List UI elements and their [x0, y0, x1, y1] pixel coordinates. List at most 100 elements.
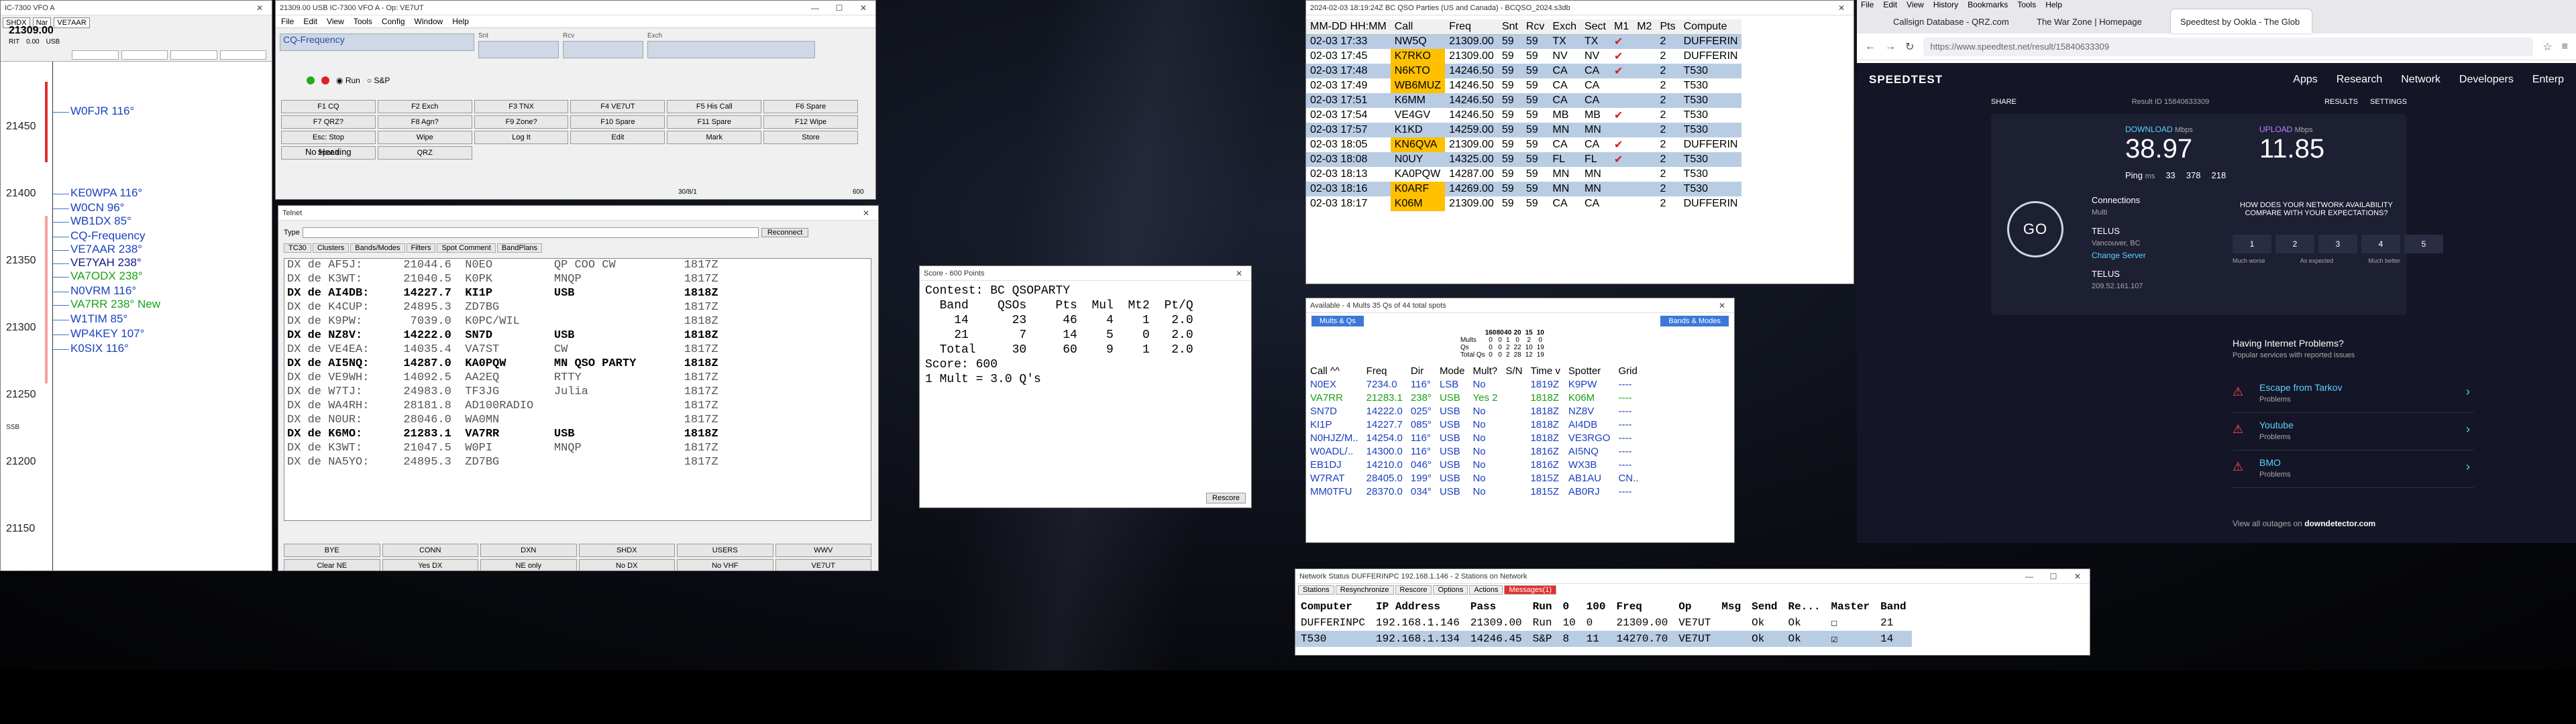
menu-item[interactable]: Window [415, 17, 443, 26]
function-key-button[interactable]: F2 Exch [377, 100, 472, 113]
column-header[interactable]: Op [1673, 599, 1716, 615]
nav-link[interactable]: Research [2337, 74, 2382, 85]
menu-item[interactable]: File [1861, 0, 1874, 12]
call-button[interactable]: VE7AAR [54, 17, 90, 28]
nav-link[interactable]: Apps [2293, 74, 2317, 85]
rating-button[interactable]: 4 [2361, 235, 2400, 253]
spot-row[interactable]: DX de NA5YO: 24895.3 ZD7BG 1817Z [284, 456, 871, 470]
table-row[interactable]: 02-03 17:57 K1KD 14259.00 59 59 MN MN 2 T530 [1306, 123, 1742, 137]
column-header[interactable]: Msg [1716, 599, 1746, 615]
spot-entry[interactable]: VA7ODX 238° [70, 269, 143, 283]
spot-list[interactable]: DX de AF5J: 21044.6 N0EO QP COO CW 1817Z… [284, 258, 871, 521]
close-icon[interactable]: ✕ [851, 3, 875, 13]
settings-link[interactable]: SETTINGS [2370, 98, 2407, 106]
forward-icon[interactable]: → [1885, 41, 1896, 53]
bands-modes-button[interactable]: Bands & Modes [1660, 316, 1729, 326]
spot-row[interactable]: DX de K3WT: 21047.5 W0PI MNQP 1817Z [284, 442, 871, 456]
spot-row[interactable]: DX de N0UR: 28046.0 WA0MN 1817Z [284, 414, 871, 428]
sp-radio[interactable]: ○ S&P [367, 76, 390, 85]
spot-row[interactable]: DX de W7TJ: 24983.0 TF3JG Julia 1817Z [284, 385, 871, 400]
function-key-button[interactable]: F3 TNX [474, 100, 569, 113]
rating-button[interactable]: 2 [2275, 235, 2314, 253]
rcv-field[interactable] [563, 41, 643, 58]
rating-button[interactable]: 5 [2404, 235, 2443, 253]
telnet-tab[interactable]: TC30 [284, 243, 311, 253]
close-icon[interactable]: ✕ [248, 3, 272, 13]
issue-row[interactable]: ⚠ Youtube Problems › [2233, 416, 2474, 450]
spot-row[interactable]: DX de K3WT: 21040.5 K0PK MNQP 1817Z [284, 273, 871, 287]
spot-entry[interactable]: KE0WPA 116° [70, 186, 142, 200]
telnet-command-button[interactable]: SHDX [578, 544, 675, 557]
function-key-button[interactable]: F5 His Call [667, 100, 762, 113]
telnet-command-button[interactable]: No VHF [677, 559, 773, 570]
table-row[interactable]: 02-03 18:13 KA0PQW 14287.00 59 59 MN MN 2 T530 [1306, 167, 1741, 182]
rating-button[interactable]: 3 [2318, 235, 2357, 253]
table-row[interactable]: W0ADL/.. 14300.0 116° USB No 1816Z AI5NQ ---- [1306, 444, 1642, 458]
change-server-link[interactable]: Change Server [2092, 249, 2146, 261]
issue-row[interactable]: ⚠ Escape from Tarkov Problems › [2233, 378, 2474, 413]
stations-table[interactable]: Computer IP Address Pass Run 0 100 Freq Op Msg Se… [1295, 599, 1912, 647]
table-row[interactable]: W7RAT 28405.0 199° USB No 1815Z AB1AU CN.. [1306, 471, 1642, 485]
results-link[interactable]: RESULTS [2324, 98, 2358, 106]
table-row[interactable]: 02-03 17:48 N6KTO 14246.50 59 59 CA CA ✔ 2 T530 [1306, 64, 1742, 78]
speedtest-logo[interactable]: SPEEDTEST [1869, 73, 2274, 86]
spot-entry[interactable]: WB1DX 85° [70, 215, 131, 228]
menu-item[interactable]: File [281, 17, 294, 26]
telnet-command-button[interactable]: DXN [480, 544, 577, 557]
spot-row[interactable]: DX de AI5NQ: 14287.0 KA0PQW MN QSO PARTY… [284, 357, 871, 371]
column-header[interactable]: Re... [1783, 599, 1826, 615]
table-row[interactable]: N0EX 7234.0 116° LSB No 1819Z K9PW ---- [1306, 377, 1642, 391]
close-icon[interactable]: ✕ [1829, 3, 1854, 13]
rating-button[interactable]: 1 [2233, 235, 2271, 253]
table-row[interactable]: T530 192.168.1.134 14246.45 S&P 8 11 14270.70 V… [1295, 631, 1912, 647]
column-header[interactable]: Pass [1465, 599, 1527, 615]
spot-entry[interactable]: VE7YAH 238° [70, 256, 142, 269]
close-icon[interactable]: ✕ [1710, 301, 1734, 310]
function-key-button[interactable]: Log It [474, 131, 569, 144]
column-header[interactable]: Dir [1407, 364, 1436, 377]
network-tab[interactable]: Resynchronize [1335, 585, 1394, 595]
column-header[interactable]: Call ^^ [1306, 364, 1362, 377]
column-header[interactable]: Exch [1548, 19, 1580, 35]
function-key-button[interactable]: F9 Zone? [474, 115, 569, 129]
function-key-button[interactable]: F1 CQ [281, 100, 376, 113]
bandmap-window[interactable]: IC-7300 VFO A ✕ SHDX Nar VE7AAR 21309.00 … [0, 0, 272, 571]
column-header[interactable]: Run [1527, 599, 1558, 615]
table-row[interactable]: 02-03 17:33 NW5Q 21309.00 59 59 TX TX ✔ 2 DUFFERI… [1306, 34, 1742, 49]
function-key-button[interactable]: Esc: Stop [281, 131, 376, 144]
browser-tab[interactable]: Callsign Database - QRZ.com [1884, 9, 2025, 34]
telnet-tab[interactable]: Spot Comment [437, 243, 496, 253]
column-header[interactable]: 0 [1557, 599, 1580, 615]
column-header[interactable]: Rcv [1521, 19, 1549, 35]
browser-tab[interactable]: The War Zone | Homepage [2027, 9, 2168, 34]
table-row[interactable]: EB1DJ 14210.0 046° USB No 1816Z WX3B ---- [1306, 458, 1642, 471]
spot-entry[interactable]: W0CN 96° [70, 201, 124, 215]
column-header[interactable]: Snt [1497, 19, 1522, 35]
menu-item[interactable]: Config [382, 17, 405, 26]
telnet-command-button[interactable]: USERS [677, 544, 773, 557]
close-icon[interactable]: ✕ [2065, 572, 2090, 581]
menu-item[interactable]: View [327, 17, 344, 26]
column-header[interactable]: Grid [1614, 364, 1642, 377]
telnet-command-button[interactable]: Yes DX [382, 559, 478, 570]
column-header[interactable]: Freq [1445, 19, 1498, 35]
function-key-button[interactable]: QRZ [377, 146, 472, 160]
table-row[interactable]: 02-03 18:17 K06M 21309.00 59 59 CA CA 2 DUFFERIN [1306, 196, 1741, 211]
spot-row[interactable]: DX de K4CUP: 24895.3 ZD7BG 1817Z [284, 301, 871, 315]
table-row[interactable]: DUFFERINPC 192.168.1.146 21309.00 Run 10 0 213… [1295, 615, 1912, 631]
url-bar[interactable]: https://www.speedtest.net/result/1584063… [1923, 37, 2534, 56]
table-row[interactable]: 02-03 17:54 VE4GV 14246.50 59 59 MB MB ✔ 2 T530 [1306, 108, 1741, 123]
column-header[interactable]: Freq [1611, 599, 1673, 615]
telnet-command-button[interactable]: No DX [578, 559, 675, 570]
spot-row[interactable]: DX de VE9WH: 14092.5 AA2EQ RTTY 1817Z [284, 371, 871, 385]
table-row[interactable]: 02-03 17:51 K6MM 14246.50 59 59 CA CA 2 T530 [1306, 93, 1742, 108]
column-header[interactable]: Compute [1679, 19, 1742, 35]
bookmark-icon[interactable]: ☆ [2542, 40, 2552, 54]
table-row[interactable]: N0HJZ/M.. 14254.0 116° USB No 1818Z VE3RGO ---- [1306, 431, 1642, 444]
telnet-command-button[interactable]: NE only [480, 559, 577, 570]
back-icon[interactable]: ← [1865, 41, 1876, 53]
reload-icon[interactable]: ↻ [1905, 40, 1914, 54]
function-key-button[interactable]: Edit [570, 131, 665, 144]
telnet-window[interactable]: Telnet ✕ Type Reconnect TC30 Clusters Bands… [278, 205, 879, 571]
spot-entry[interactable]: W1TIM 85° [70, 312, 127, 326]
